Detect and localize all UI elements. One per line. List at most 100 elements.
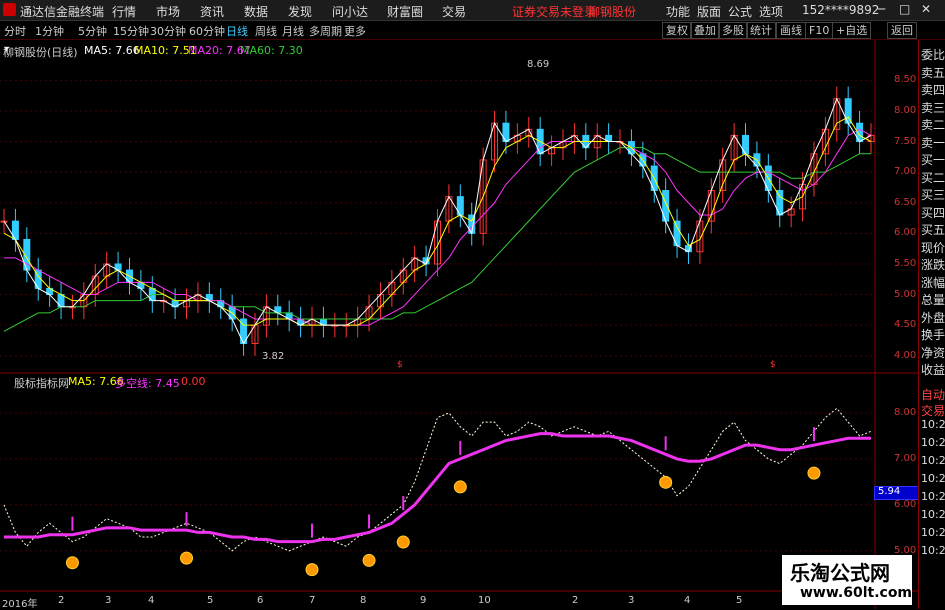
trade-time: 10:25 [921, 526, 945, 539]
quote-field[interactable]: 买五 [921, 221, 945, 238]
period-5min[interactable]: 5分钟 [78, 23, 107, 39]
date-tick: 4 [684, 595, 691, 606]
period-fenshi[interactable]: 分时 [4, 23, 26, 39]
quote-field[interactable]: 卖一 [921, 134, 945, 151]
minimize-icon[interactable]: ─ [878, 2, 885, 16]
back-button[interactable]: 返回 [887, 22, 917, 39]
date-tick: 2016年 [2, 599, 38, 610]
period-15min[interactable]: 15分钟 [113, 23, 149, 39]
menu-shichang[interactable]: 市场 [156, 3, 180, 20]
menu-wenxiaoda[interactable]: 问小达 [332, 3, 368, 20]
menu-banmian[interactable]: 版面 [697, 3, 721, 20]
menu-shuju[interactable]: 数据 [244, 3, 268, 20]
watermark-title: 乐淘公式网 [790, 561, 890, 585]
buy-signal-icon [453, 480, 467, 494]
trade-time: 10:25 [921, 490, 945, 503]
event-marker: $ [770, 360, 776, 370]
app-name: 通达信金融终端 [20, 5, 105, 19]
period-daily[interactable]: 日线 [226, 23, 248, 39]
date-tick: 2 [572, 595, 579, 606]
period-30min[interactable]: 30分钟 [150, 23, 186, 39]
buy-signal-icon [807, 466, 821, 480]
legend-ma5: MA5: 7.66 [84, 44, 140, 57]
add-watch-button[interactable]: +自选 [832, 22, 872, 39]
menu-faxian[interactable]: 发现 [288, 3, 312, 20]
trade-login-notice[interactable]: 证券交易未登录 [512, 3, 596, 20]
price-tick: 6.50 [894, 196, 917, 208]
period-1min[interactable]: 1分钟 [35, 23, 64, 39]
quote-field[interactable]: 涨幅 [921, 274, 945, 291]
date-tick: 5 [207, 595, 214, 606]
quote-field[interactable]: 买四 [921, 204, 945, 221]
price-tick: 8.00 [894, 104, 917, 116]
menu-hangqing[interactable]: 行情 [112, 3, 136, 20]
buy-signal-icon [659, 475, 673, 489]
menu-jiaoyi[interactable]: 交易 [442, 3, 466, 20]
quote-field[interactable]: 卖二 [921, 116, 945, 133]
app-logo-icon [3, 3, 16, 16]
close-icon[interactable]: ✕ [921, 2, 931, 16]
menu-gongshi[interactable]: 公式 [728, 3, 752, 20]
duogu-button[interactable]: 多股 [718, 22, 748, 39]
menu-xuanxiang[interactable]: 选项 [759, 3, 783, 20]
main-legend-title: 柳钢股份(日线) [3, 46, 78, 59]
kline-chart[interactable]: $ $▾ [0, 40, 918, 609]
date-tick: 8 [360, 595, 367, 606]
quote-field[interactable]: 收益 [921, 361, 945, 378]
menu-caifuquan[interactable]: 财富圈 [387, 3, 423, 20]
buy-signal-icon [396, 535, 410, 549]
menu-zixun[interactable]: 资讯 [200, 3, 224, 20]
auto-trade-label[interactable]: 交易 [921, 402, 945, 419]
diejia-button[interactable]: 叠加 [690, 22, 720, 39]
date-tick: 7 [309, 595, 316, 606]
quote-field[interactable]: 总量 [921, 291, 945, 308]
price-tick: 7.00 [894, 166, 917, 178]
high-price-label: 8.69 [527, 59, 550, 70]
quote-field[interactable]: 换手 [921, 326, 945, 343]
event-marker: $ [397, 360, 403, 370]
indicator-tick: 7.00 [894, 452, 917, 464]
price-tick: 6.00 [894, 227, 917, 239]
stock-name-title: 柳钢股份 [588, 5, 637, 19]
date-tick: 5 [736, 595, 743, 606]
quote-field[interactable]: 净资 [921, 344, 945, 361]
quote-field[interactable]: 现价 [921, 239, 945, 256]
trade-time: 10:24 [921, 436, 945, 449]
huaxian-button[interactable]: 画线 [776, 22, 806, 39]
sub-legend-title: 股标指标网 [14, 377, 69, 390]
auto-trade-label[interactable]: 自动 [921, 386, 945, 403]
maximize-icon[interactable]: □ [899, 2, 910, 16]
buy-signal-icon [65, 556, 79, 570]
user-account[interactable]: 152****9892 [802, 3, 879, 17]
period-more[interactable]: 更多 [344, 23, 366, 39]
trade-time: 10:24 [921, 418, 945, 431]
quote-field[interactable]: 买三 [921, 186, 945, 203]
sub-legend-zero: 0.00 [181, 375, 206, 388]
title-bar: 通达信金融终端 行情 市场 资讯 数据 发现 问小达 财富圈 交易 证券交易未登… [0, 0, 945, 21]
price-tick: 8.50 [894, 74, 917, 86]
sub-legend-dk: 多空线: 7.45 [115, 377, 180, 390]
tongji-button[interactable]: 统计 [746, 22, 776, 39]
watermark-url: www.60lt.com [800, 585, 913, 601]
date-tick: 4 [148, 595, 155, 606]
trade-time: 10:25 [921, 454, 945, 467]
quote-field[interactable]: 卖三 [921, 99, 945, 116]
date-tick: 3 [105, 595, 112, 606]
quote-field[interactable]: 卖五 [921, 64, 945, 81]
fuquan-button[interactable]: 复权 [662, 22, 692, 39]
quote-field[interactable]: 买一 [921, 151, 945, 168]
quote-field[interactable]: 卖四 [921, 81, 945, 98]
period-weekly[interactable]: 周线 [255, 23, 277, 39]
quote-field[interactable]: 涨跌 [921, 256, 945, 273]
quote-field[interactable]: 委比 [921, 46, 945, 63]
legend-ma60: MA60: 7.30 [240, 44, 303, 57]
menu-gongneng[interactable]: 功能 [666, 3, 690, 20]
quote-field[interactable]: 买二 [921, 169, 945, 186]
period-multi[interactable]: 多周期 [309, 23, 342, 39]
f10-button[interactable]: F10 [805, 22, 834, 39]
quote-field[interactable]: 外盘 [921, 309, 945, 326]
price-tick: 4.50 [894, 319, 917, 331]
current-value-badge: 5.94 [874, 486, 920, 500]
period-60min[interactable]: 60分钟 [189, 23, 225, 39]
period-monthly[interactable]: 月线 [282, 23, 304, 39]
